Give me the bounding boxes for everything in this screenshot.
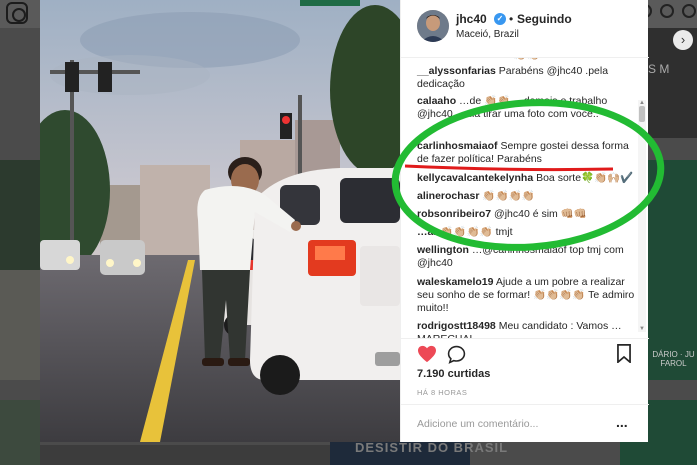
comment-username[interactable]: __alyssonfarias (417, 65, 496, 77)
verified-badge-icon: ✓ (494, 13, 506, 25)
profile-icon[interactable] (682, 4, 696, 18)
comment-item-highlighted: carlinhosmaiaof Sempre gostei dessa form… (417, 140, 637, 166)
right-thumb-text: S M (648, 62, 670, 76)
scroll-down-arrow-icon[interactable]: ▼ (638, 326, 646, 332)
comment-item: __alyssonfarias Parabéns @jhc40 .pela de… (417, 65, 637, 91)
heart-icon[interactable] (417, 345, 437, 363)
add-comment-input[interactable] (417, 417, 597, 431)
feed-thumbnail[interactable] (0, 270, 40, 380)
comment-text: 👏🏼👏🏼👏🏼👏🏼 (482, 190, 535, 202)
location-link[interactable]: Maceió, Brazil (456, 29, 519, 40)
comment-item: …ar 👏🏼👏🏼👏🏼👏🏼 tmjt (417, 226, 637, 239)
comments-list: betaniasantos0403 👏🏼👏🏼 __alyssonfarias P… (401, 58, 649, 338)
comment-item: robsonribeiro7 @jhc40 é sim 👊🏼👊🏼 (417, 208, 637, 221)
post-header: jhc40 ✓ • Seguindo Maceió, Brazil (401, 0, 649, 58)
right-thumb-caption: DÁRIO · JU FAROL (652, 350, 695, 368)
comment-text: 👏🏼👏🏼👏🏼👏🏼 tmjt (440, 226, 513, 238)
comment-username[interactable]: carlinhosmaiaof (417, 140, 498, 152)
banner-text: DESISTIR DO BRASIL (355, 440, 509, 455)
comment-item: alinerochasr 👏🏼👏🏼👏🏼👏🏼 (417, 190, 637, 203)
comment-username[interactable]: alinerochasr (417, 190, 479, 202)
comment-username[interactable]: wellington (417, 244, 469, 256)
add-comment-bar: ... (401, 404, 649, 442)
comments-scrollbar[interactable]: ▲ ▼ (638, 100, 646, 332)
comment-icon[interactable] (447, 345, 466, 364)
feed-thumbnail[interactable] (0, 160, 40, 270)
post-photo[interactable] (40, 0, 400, 442)
bookmark-icon[interactable] (616, 344, 632, 363)
instagram-logo-icon[interactable] (6, 2, 28, 24)
scrollbar-thumb[interactable] (639, 106, 645, 122)
heart-outline-icon[interactable] (660, 4, 674, 18)
post-actions (401, 338, 649, 368)
comment-item: waleskamelo19 Ajude a um pobre a realiza… (417, 276, 637, 315)
likes-count[interactable]: 7.190 curtidas (417, 368, 490, 380)
comment-username[interactable]: …ar (417, 226, 437, 238)
more-options-button[interactable]: ... (616, 414, 628, 430)
comment-username[interactable]: betaniasantos0403 (417, 58, 511, 61)
post-side-panel: jhc40 ✓ • Seguindo Maceió, Brazil betani… (400, 0, 649, 442)
following-button[interactable]: Seguindo (517, 12, 572, 26)
comment-username[interactable]: waleskamelo19 (417, 276, 493, 288)
comment-text: @jhc40 é sim 👊🏼👊🏼 (494, 208, 587, 220)
post-timestamp[interactable]: HÁ 8 HORAS (417, 388, 467, 397)
comment-username[interactable]: robsonribeiro7 (417, 208, 491, 220)
next-post-chevron-right-icon[interactable]: › (673, 30, 693, 50)
username-link[interactable]: jhc40 (456, 12, 487, 26)
comment-item: rodrigostt18498 Meu candidato : Vamos …M… (417, 320, 637, 338)
street-scene-image (40, 0, 400, 442)
feed-thumbnail[interactable] (0, 400, 40, 465)
comment-item: betaniasantos0403 👏🏼👏🏼 (417, 58, 637, 62)
comment-item: calaaho …de 👏🏼👏🏼 …demais o trabalho @jhc… (417, 95, 637, 121)
comment-username[interactable]: rodrigostt18498 (417, 320, 496, 332)
comment-item: kellycavalcantekelynha Boa sorte🍀👏🏼🙌🏼✔️ (417, 172, 637, 185)
comment-text: 👏🏼👏🏼 (514, 58, 540, 61)
comment-item: wellington …@carlinhosmaiaof top tmj com… (417, 244, 637, 270)
comment-username[interactable]: calaaho (417, 95, 456, 107)
comment-username[interactable]: kellycavalcantekelynha (417, 172, 533, 184)
comment-text: Boa sorte🍀👏🏼🙌🏼✔️ (536, 172, 634, 184)
avatar[interactable] (417, 10, 449, 42)
separator-dot: • (509, 12, 514, 26)
